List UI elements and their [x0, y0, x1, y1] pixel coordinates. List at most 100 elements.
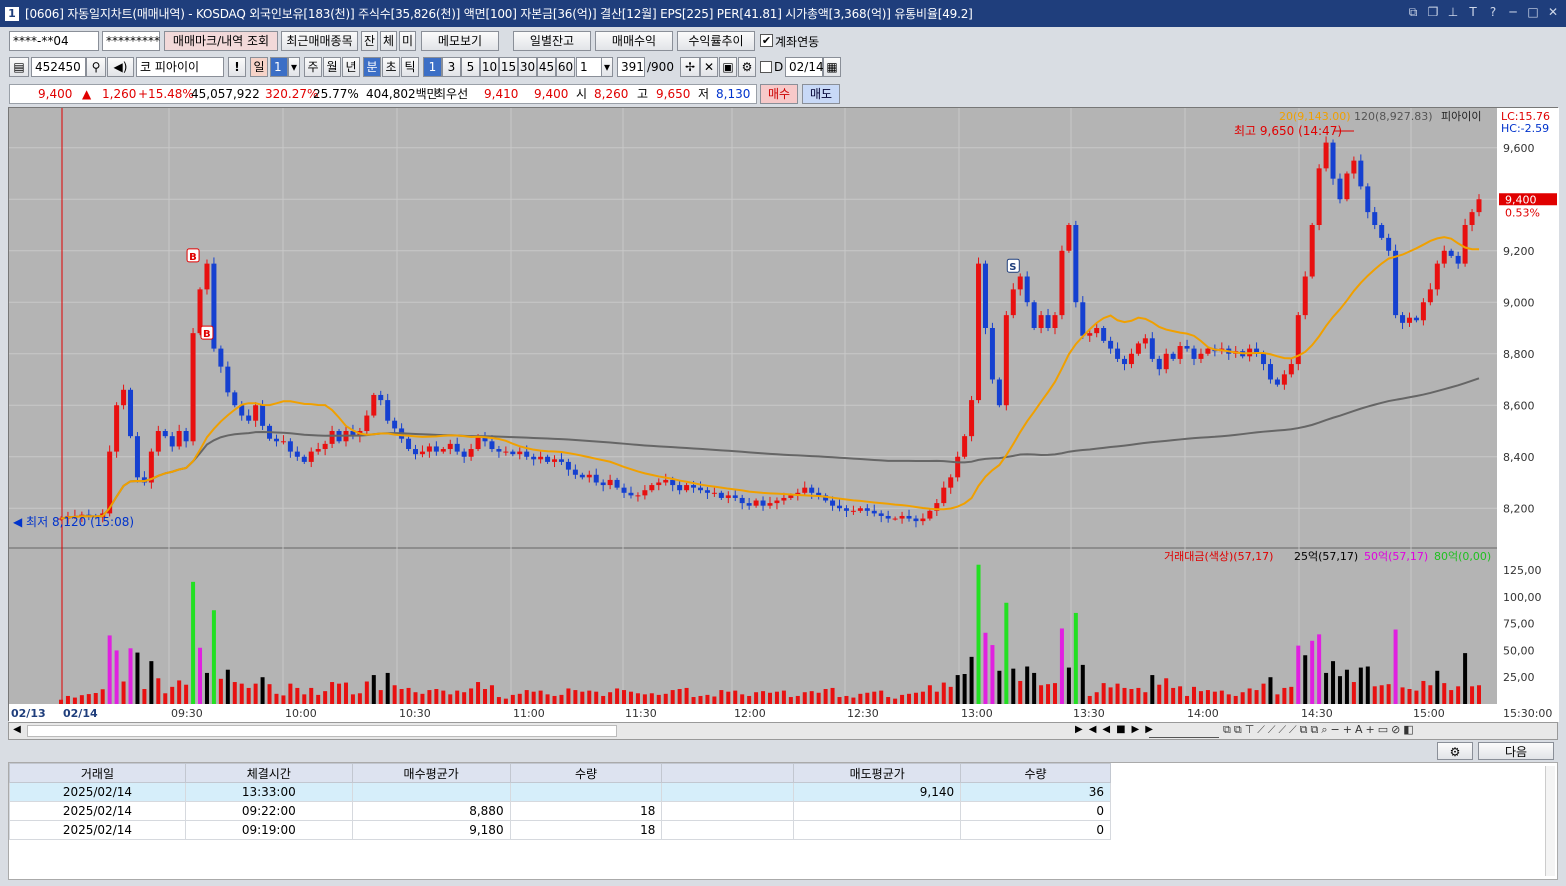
volume-bar — [1150, 675, 1155, 704]
volume-bar — [698, 695, 703, 704]
price-chart-svg: 9,600 9,400 9,200 9,000 8,800 8,600 8,400 8,200… — [9, 108, 1559, 722]
date-checkbox[interactable] — [760, 61, 772, 73]
candle-body — [155, 431, 161, 452]
trade-profit-button[interactable]: 매매수익 — [595, 31, 673, 51]
volume-bar — [900, 694, 905, 704]
volume-bar — [1379, 685, 1384, 704]
volume-bar — [990, 645, 995, 704]
interval-button-5[interactable]: 5 — [461, 57, 480, 77]
interval-button-10[interactable]: 10 — [480, 57, 499, 77]
daily-balance-button[interactable]: 일별잔고 — [513, 31, 591, 51]
volume-bar — [107, 635, 112, 704]
maximize-icon[interactable]: □ — [1526, 5, 1540, 19]
candle-body — [739, 497, 745, 504]
stock-name: 피아이이 — [154, 60, 200, 74]
count-input[interactable]: 391 — [617, 57, 645, 77]
candle-body — [378, 394, 384, 401]
stock-name-field[interactable]: 코 피아이이 — [136, 57, 224, 77]
horizontal-scrollbar[interactable]: ◀ ▶◀◀■▶▶ ⧉⧉⊤⟋⟋⟋⟋⧉⧉⌕−+A+▭⊘◧ — [8, 722, 1558, 740]
period-tick-button[interactable]: 틱 — [401, 57, 419, 77]
search-icon[interactable]: ⚲ — [86, 57, 106, 77]
volume-bar — [677, 689, 682, 704]
settings-gear-icon[interactable]: ⚙ — [1437, 742, 1473, 760]
interval-button-45[interactable]: 45 — [537, 57, 556, 77]
alert-button[interactable]: ! — [228, 57, 246, 77]
volume-bar — [802, 692, 807, 704]
crosshair-icon[interactable]: ✢ — [680, 57, 700, 77]
mark-query-button[interactable]: 매매마크/내역 조회 — [164, 31, 278, 51]
period-second-button[interactable]: 초 — [382, 57, 400, 77]
sell-button[interactable]: 매도 — [802, 84, 840, 104]
table-header — [661, 763, 795, 783]
close-icon[interactable]: ✕ — [1546, 5, 1560, 19]
window-copy-icon[interactable]: ❐ — [1426, 5, 1440, 19]
candle-body — [962, 436, 968, 457]
tools-icon[interactable]: ✕ — [700, 57, 718, 77]
volume-bar — [86, 694, 91, 704]
minimize-icon[interactable]: ─ — [1506, 5, 1520, 19]
period-number-select[interactable]: 1 — [270, 57, 288, 77]
pin-icon[interactable]: ⊥ — [1446, 5, 1460, 19]
dock-icon[interactable]: ⧉ — [1406, 5, 1420, 19]
volume-bar — [1449, 690, 1454, 704]
y-tick-label: 9,600 — [1503, 142, 1535, 155]
interval-button-60[interactable]: 60 — [556, 57, 575, 77]
chevron-down-icon[interactable]: ▾ — [288, 57, 300, 77]
table-row[interactable]: 2025/02/14 09:22:00 8,880 18 0 — [9, 801, 1111, 821]
vertical-scrollbar[interactable] — [1545, 766, 1555, 876]
stock-code-input[interactable]: 452450 — [31, 57, 86, 77]
x-tick-label: 14:00 — [1187, 707, 1219, 720]
table-row[interactable]: 2025/02/14 09:19:00 9,180 18 0 — [9, 820, 1111, 840]
volume-bar — [559, 694, 564, 704]
playback-controls[interactable]: ▶◀◀■▶▶ — [1075, 724, 1159, 735]
recent-trades-button[interactable]: 최근매매종목 — [281, 31, 358, 51]
interval-button-15[interactable]: 15 — [499, 57, 518, 77]
balance-button[interactable]: 잔 — [361, 31, 378, 51]
text-icon[interactable]: T — [1466, 5, 1480, 19]
volume-bar — [392, 685, 397, 704]
interval-button-30[interactable]: 30 — [518, 57, 537, 77]
volume-bar — [705, 694, 710, 704]
unexecuted-button[interactable]: 미 — [399, 31, 416, 51]
interval-button-1[interactable]: 1 — [423, 57, 442, 77]
count-select[interactable]: 1 — [576, 57, 602, 77]
password-field[interactable]: ********* — [102, 31, 160, 51]
period-week-button[interactable]: 주 — [304, 57, 322, 77]
volume-bar — [406, 687, 411, 704]
candle-body — [1122, 358, 1127, 365]
next-button[interactable]: 다음 — [1478, 742, 1554, 760]
save-icon[interactable]: ▣ — [719, 57, 737, 77]
memo-button[interactable]: 메모보기 — [421, 31, 499, 51]
calendar-icon[interactable]: ▦ — [823, 57, 841, 77]
drawing-tools[interactable]: ⧉⧉⊤⟋⟋⟋⟋⧉⧉⌕−+A+▭⊘◧ — [1223, 723, 1417, 737]
period-year-button[interactable]: 년 — [342, 57, 360, 77]
volume-bar — [483, 689, 488, 704]
price-change: 1,260 — [102, 87, 137, 101]
table-row[interactable]: 2025/02/14 13:33:00 9,140 36 — [9, 782, 1111, 802]
help-icon[interactable]: ? — [1486, 5, 1500, 19]
account-select[interactable]: ****-**04 — [9, 31, 99, 51]
zoom-slider[interactable] — [1149, 724, 1219, 738]
buy-button[interactable]: 매수 — [760, 84, 798, 104]
period-day-button[interactable]: 일 — [250, 57, 268, 77]
return-trend-button[interactable]: 수익률추이 — [677, 31, 755, 51]
executed-button[interactable]: 체 — [380, 31, 397, 51]
period-minute-button[interactable]: 분 — [363, 57, 381, 77]
chart-area[interactable]: 9,600 9,400 9,200 9,000 8,800 8,600 8,400 8,200… — [8, 107, 1559, 722]
account-link-checkbox[interactable]: ✔ — [760, 34, 773, 47]
scroll-thumb[interactable] — [27, 725, 617, 737]
candle-body — [260, 405, 266, 426]
date-input[interactable]: 02/14 — [785, 57, 824, 77]
candle-body — [830, 500, 836, 506]
volume-bar — [1178, 686, 1183, 704]
speaker-icon[interactable]: ◀) — [107, 57, 134, 77]
count-chevron-icon[interactable]: ▾ — [601, 57, 613, 77]
period-month-button[interactable]: 월 — [323, 57, 341, 77]
gear-icon[interactable]: ⚙ — [738, 57, 756, 77]
interval-button-3[interactable]: 3 — [442, 57, 461, 77]
table-cell: 2025/02/14 — [9, 801, 186, 821]
layout-icon[interactable]: ▤ — [9, 57, 29, 77]
volume-bar — [907, 693, 912, 704]
candle-body — [1267, 364, 1273, 380]
scroll-left-icon[interactable]: ◀ — [10, 724, 24, 738]
